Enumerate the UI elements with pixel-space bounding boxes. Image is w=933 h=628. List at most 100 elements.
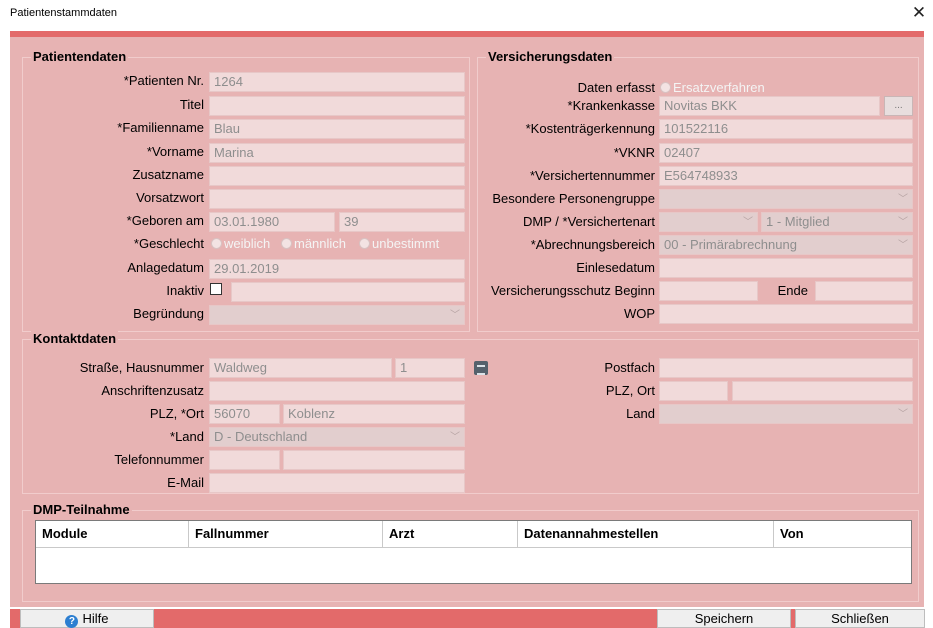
window-title: Patientenstammdaten [10, 7, 118, 19]
wop-field[interactable] [659, 304, 913, 324]
strasse-label: Straße, Hausnummer [79, 360, 204, 375]
chevron-down-icon: ﹀ [898, 194, 908, 205]
krankenkasse-browse-button[interactable]: ... [884, 96, 913, 116]
zusatz-field[interactable] [209, 381, 465, 401]
familienname-label: *Familienname [117, 120, 204, 135]
inaktiv-label: Inaktiv [166, 283, 204, 298]
zusatzname-field[interactable] [209, 166, 465, 186]
patnr-field[interactable]: 1264 [209, 72, 465, 92]
title-bar: Patientenstammdaten ✕ [0, 0, 933, 30]
land-value: D - Deutschland [214, 429, 308, 444]
titel-field[interactable] [209, 96, 465, 116]
abrechnung-select[interactable]: 00 - Primärabrechnung ﹀ [659, 235, 913, 255]
vorsatzwort-label: Vorsatzwort [136, 190, 204, 205]
land-select[interactable]: D - Deutschland ﹀ [209, 427, 465, 447]
dmp-versichertenart-label: DMP / *Versichertenart [523, 214, 655, 229]
help-button[interactable]: ? Hilfe [20, 609, 154, 628]
titel-label: Titel [179, 97, 204, 112]
begruendung-label: Begründung [133, 306, 204, 321]
land2-label: Land [626, 406, 655, 421]
kontaktdaten-legend: Kontaktdaten [31, 331, 119, 346]
alter-field: 39 [339, 212, 465, 232]
krankenkasse-field[interactable]: Novitas BKK [659, 96, 880, 116]
radio-icon [660, 82, 671, 93]
strasse-field[interactable]: Waldweg [209, 358, 392, 378]
dmp-table[interactable]: Module Fallnummer Arzt Datenannahmestell… [35, 520, 912, 584]
hausnummer-field[interactable]: 1 [395, 358, 465, 378]
postfach-label: Postfach [604, 360, 655, 375]
email-field[interactable] [209, 473, 465, 493]
column-header-datenannahmestellen[interactable]: Datenannahmestellen [518, 521, 774, 548]
inaktiv-checkbox[interactable] [210, 283, 222, 295]
plz-field[interactable]: 56070 [209, 404, 280, 424]
geboren-field[interactable]: 03.01.1980 [209, 212, 335, 232]
geschlecht-weiblich-radio[interactable]: weiblich [211, 236, 270, 251]
versichertenart-select[interactable]: 1 - Mitglied ﹀ [761, 212, 913, 232]
vnr-label: *Versichertennummer [530, 168, 655, 183]
chevron-down-icon: ﹀ [898, 409, 908, 420]
ende-field[interactable] [815, 281, 913, 301]
ersatzverfahren-radio[interactable]: Ersatzverfahren [660, 80, 765, 95]
vorname-label: *Vorname [146, 144, 204, 159]
beginn-field[interactable] [659, 281, 758, 301]
help-button-label: Hilfe [82, 611, 109, 626]
postfach-plz-field[interactable] [659, 381, 728, 401]
close-button[interactable]: Schließen [795, 609, 925, 628]
inaktiv-text-field[interactable] [231, 282, 465, 302]
postfach-field[interactable] [659, 358, 913, 378]
land2-select[interactable]: ﹀ [659, 404, 913, 424]
dmp-select[interactable]: ﹀ [659, 212, 758, 232]
postfach-ort-field[interactable] [732, 381, 913, 401]
vknr-field[interactable]: 02407 [659, 143, 913, 163]
versicherungsdaten-legend: Versicherungsdaten [486, 49, 615, 64]
ende-label: Ende [777, 283, 808, 298]
maennlich-label: männlich [294, 236, 347, 251]
telefon-field[interactable] [283, 450, 465, 470]
weiblich-label: weiblich [224, 236, 271, 251]
bpg-select[interactable]: ﹀ [659, 189, 913, 209]
geboren-label: *Geboren am [126, 213, 204, 228]
wop-label: WOP [623, 306, 655, 321]
familienname-field[interactable]: Blau [209, 119, 465, 139]
anlagedatum-label: Anlagedatum [127, 260, 204, 275]
versichertenart-value: 1 - Mitglied [766, 214, 830, 229]
abrechnung-label: *Abrechnungsbereich [530, 237, 655, 252]
ktk-field[interactable]: 101522116 [659, 119, 913, 139]
geschlecht-label: *Geschlecht [133, 236, 204, 251]
bpg-label: Besondere Personengruppe [492, 191, 655, 206]
telefon-label: Telefonnummer [114, 452, 204, 467]
column-header-arzt[interactable]: Arzt [383, 521, 518, 548]
email-label: E-Mail [167, 475, 204, 490]
save-button[interactable]: Speichern [657, 609, 791, 628]
unbestimmt-label: unbestimmt [372, 236, 440, 251]
patnr-label: *Patienten Nr. [123, 73, 204, 88]
ort-field[interactable]: Koblenz [283, 404, 465, 424]
vorsatzwort-field[interactable] [209, 189, 465, 209]
geschlecht-unbestimmt-radio[interactable]: unbestimmt [359, 236, 439, 251]
chevron-down-icon: ﹀ [898, 240, 908, 251]
chevron-down-icon: ﹀ [450, 310, 460, 321]
chevron-down-icon: ﹀ [743, 217, 753, 228]
radio-icon [281, 238, 292, 249]
beginn-label: Versicherungsschutz Beginn [490, 283, 655, 298]
anlagedatum-field: 29.01.2019 [209, 259, 465, 279]
vorname-field[interactable]: Marina [209, 143, 465, 163]
abrechnung-value: 00 - Primärabrechnung [664, 237, 797, 252]
close-icon[interactable]: ✕ [909, 4, 929, 24]
begruendung-select[interactable]: ﹀ [209, 305, 465, 325]
einlese-label: Einlesedatum [576, 260, 655, 275]
land-label: *Land [170, 429, 204, 444]
help-icon: ? [65, 615, 79, 628]
geschlecht-maennlich-radio[interactable]: männlich [281, 236, 346, 251]
radio-icon [211, 238, 222, 249]
plzort2-label: PLZ, Ort [605, 383, 655, 398]
krankenkasse-label: *Krankenkasse [567, 98, 655, 113]
column-header-von[interactable]: Von [774, 521, 911, 548]
vknr-label: *VKNR [613, 145, 655, 160]
address-card-icon[interactable] [474, 361, 488, 375]
column-header-module[interactable]: Module [36, 521, 189, 548]
vnr-field[interactable]: E564748933 [659, 166, 913, 186]
telefon-vorwahl-field[interactable] [209, 450, 280, 470]
einlese-field [659, 258, 913, 278]
column-header-fallnummer[interactable]: Fallnummer [189, 521, 383, 548]
